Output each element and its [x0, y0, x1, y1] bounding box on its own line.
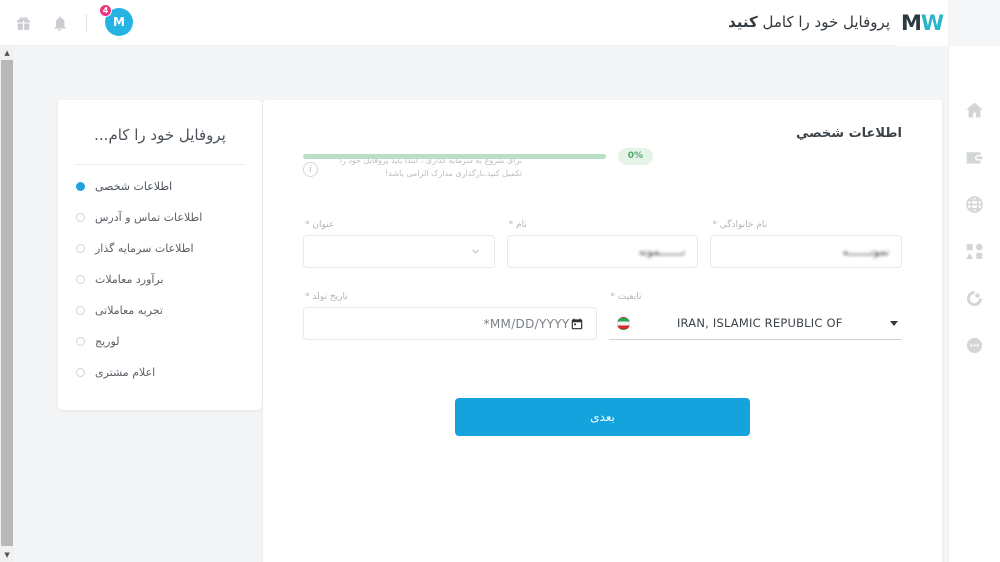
form-section-title: اطلاعات شخصي	[795, 126, 902, 141]
brand-w: W	[920, 10, 944, 35]
field-label: نام خانوادگی *	[712, 220, 768, 231]
title-select-input[interactable]	[303, 235, 495, 269]
birth-date-input[interactable]: MM/DD/YYYY*	[303, 307, 597, 341]
sidebar-item-label: تجربه معاملاتی	[95, 304, 163, 317]
scrollbar-down-arrow[interactable]: ▼	[0, 548, 14, 562]
field-title-select: عنوان *	[303, 220, 495, 269]
sidebar-item-client-declaration[interactable]: اعلام مشتری	[58, 357, 262, 388]
sidebar-item-label: اطلاعات سرمایه گذار	[95, 242, 194, 255]
more-dots-icon[interactable]	[963, 333, 987, 357]
submit-row: بعدی	[303, 398, 902, 437]
profile-progress: 0%	[303, 148, 653, 165]
sidebar-item-investor-info[interactable]: اطلاعات سرمایه گذار	[58, 233, 262, 264]
scrollbar-up-arrow[interactable]: ▲	[0, 46, 14, 60]
brand-text: WM	[900, 10, 944, 35]
last-name-value: نمونـــــــه	[842, 245, 890, 259]
vertical-scrollbar[interactable]: ▲ ▼	[0, 46, 14, 562]
apps-grid-icon[interactable]	[963, 239, 987, 263]
nationality-value: IRAN, ISLAMIC REPUBLIC OF	[676, 316, 843, 331]
sidebar-item-trade-estimate[interactable]: برآورد معاملات	[58, 264, 262, 295]
field-nationality: تابعیت * IRAN, ISLAMIC REPUBLIC OF	[608, 292, 902, 341]
sidebar-item-personal-info[interactable]: اطلاعات شخصی	[58, 171, 262, 202]
profile-steps-card: پروفایل خود را کام... اطلاعات شخصی اطلاع…	[58, 100, 262, 410]
birth-date-placeholder: MM/DD/YYYY*	[483, 316, 570, 331]
sidebar-item-label: اطلاعات تماس و آدرس	[95, 211, 203, 224]
caret-down-icon	[890, 320, 898, 326]
profile-steps-divider	[74, 164, 246, 165]
avatar-notification-badge: 4	[99, 4, 112, 17]
sidebar-item-label: لوریج	[95, 335, 120, 348]
field-label: تابعیت *	[610, 292, 642, 303]
form-row-birth-nationality: تاریخ تولد * MM/DD/YYYY* تابعیت * IRAN, …	[303, 292, 902, 341]
calendar-icon[interactable]	[570, 317, 584, 331]
sidebar-item-label: برآورد معاملات	[95, 273, 164, 286]
step-radio-icon	[76, 244, 85, 253]
step-radio-icon	[76, 368, 85, 377]
step-radio-icon	[76, 182, 85, 191]
first-name-value: نـــــــمونه	[638, 245, 686, 259]
field-label: نام *	[508, 220, 527, 231]
step-radio-icon	[76, 275, 85, 284]
header-divider	[86, 14, 87, 32]
wallet-icon[interactable]	[963, 145, 987, 169]
field-first-name: نام * نـــــــمونه	[506, 220, 699, 269]
progress-percent-badge: 0%	[617, 148, 653, 165]
step-radio-icon	[76, 213, 85, 222]
field-last-name: نام خانوادگی * نمونـــــــه	[710, 220, 903, 269]
personal-info-form-card: اطلاعات شخصي i برای شروع به سرمایه گذاری…	[263, 100, 942, 562]
page-title: پروفایل خود را کامل کنید	[728, 13, 890, 31]
top-header: پروفایل خود را کامل کنید M 4 WM	[0, 0, 948, 46]
page-title-bold: کنید	[728, 13, 758, 31]
bell-icon[interactable]	[48, 12, 70, 34]
avatar[interactable]: M 4	[99, 4, 133, 38]
brand-logo[interactable]: WM	[896, 0, 948, 46]
sidebar-item-trading-experience[interactable]: تجربه معاملاتی	[58, 295, 262, 326]
step-radio-icon	[76, 337, 85, 346]
content-area: پروفایل خود را کام... اطلاعات شخصی اطلاع…	[14, 46, 948, 562]
app-root: پروفایل خود را کامل کنید M 4 WM ▲ ▼ پروف…	[0, 0, 1000, 562]
brand-m: M	[900, 10, 922, 35]
first-name-input[interactable]: نـــــــمونه	[506, 235, 699, 269]
profile-steps-title: پروفایل خود را کام...	[94, 126, 226, 144]
field-birth-date: تاریخ تولد * MM/DD/YYYY*	[303, 292, 597, 341]
sidebar-item-leverage[interactable]: لوریج	[58, 326, 262, 357]
profile-steps-list: اطلاعات شخصی اطلاعات تماس و آدرس اطلاعات…	[58, 171, 262, 388]
support-c-icon[interactable]	[963, 286, 987, 310]
field-label: تاریخ تولد *	[305, 292, 348, 303]
gift-icon[interactable]	[12, 12, 34, 34]
chevron-down-icon	[470, 246, 482, 257]
globe-icon[interactable]	[963, 192, 987, 216]
progress-track	[303, 154, 606, 159]
scrollbar-thumb[interactable]	[1, 60, 13, 546]
nationality-select[interactable]: IRAN, ISLAMIC REPUBLIC OF	[608, 307, 902, 341]
page-title-normal: پروفایل خود را کامل	[757, 13, 891, 31]
sidebar-item-label: اعلام مشتری	[95, 366, 156, 379]
iran-flag-icon	[616, 316, 630, 330]
header-left-group: M 4	[12, 0, 133, 46]
right-icon-rail	[948, 46, 1000, 562]
form-row-name: عنوان * نام * نـــــــمونه نام خانوادگی …	[303, 220, 903, 269]
last-name-input[interactable]: نمونـــــــه	[710, 235, 903, 269]
field-label: عنوان *	[305, 220, 335, 231]
sidebar-item-contact-address[interactable]: اطلاعات تماس و آدرس	[58, 202, 262, 233]
step-radio-icon	[76, 306, 85, 315]
home-icon[interactable]	[963, 98, 987, 122]
next-button[interactable]: بعدی	[455, 398, 750, 437]
sidebar-item-label: اطلاعات شخصی	[95, 180, 173, 193]
